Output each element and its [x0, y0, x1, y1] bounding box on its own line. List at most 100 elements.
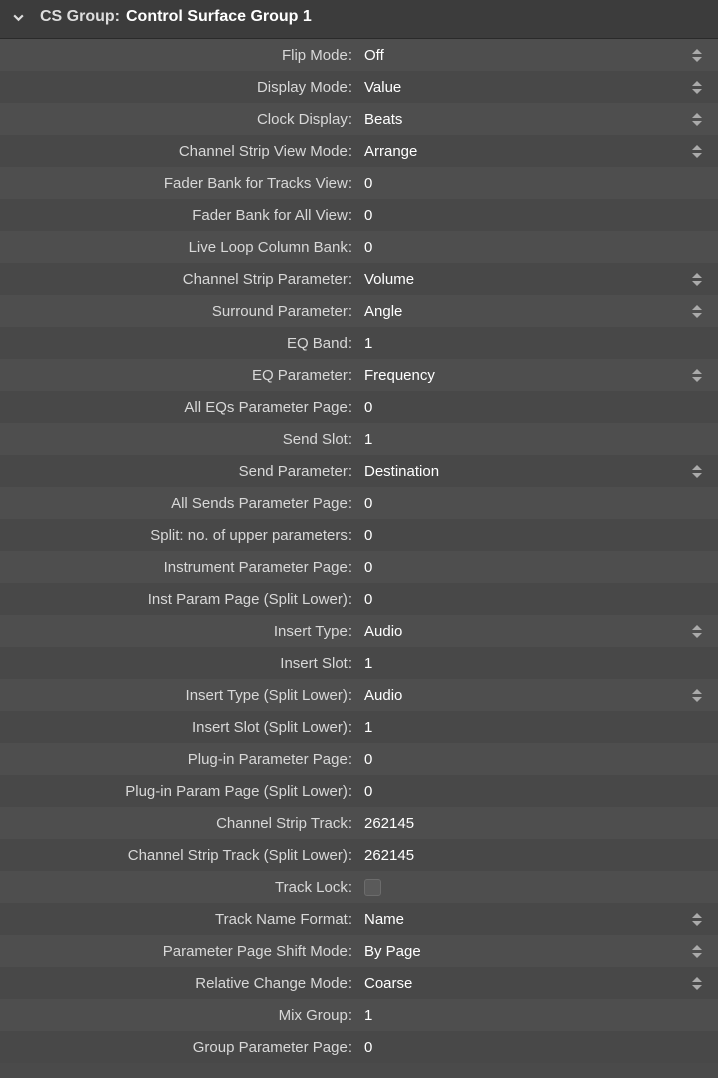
parameter-value[interactable]: Angle: [364, 303, 402, 320]
chevron-down-icon[interactable]: [692, 633, 702, 638]
parameter-value[interactable]: 0: [364, 751, 372, 768]
chevron-up-icon[interactable]: [692, 113, 702, 118]
parameter-value[interactable]: Off: [364, 47, 384, 64]
parameter-value[interactable]: 1: [364, 719, 372, 736]
stepper-icon[interactable]: [692, 141, 706, 161]
chevron-down-icon[interactable]: [692, 89, 702, 94]
parameter-value[interactable]: 0: [364, 559, 372, 576]
parameter-value[interactable]: 1: [364, 431, 372, 448]
chevron-down-icon[interactable]: [692, 953, 702, 958]
chevron-up-icon[interactable]: [692, 977, 702, 982]
parameter-value-cell[interactable]: Arrange: [360, 143, 706, 160]
chevron-down-icon[interactable]: [692, 985, 702, 990]
parameter-value-cell[interactable]: 1: [360, 431, 706, 448]
chevron-up-icon[interactable]: [692, 369, 702, 374]
chevron-up-icon[interactable]: [692, 913, 702, 918]
stepper-icon[interactable]: [692, 461, 706, 481]
parameter-value[interactable]: Arrange: [364, 143, 417, 160]
parameter-value-cell[interactable]: Destination: [360, 463, 706, 480]
parameter-value[interactable]: By Page: [364, 943, 421, 960]
parameter-value-cell[interactable]: 0: [360, 527, 706, 544]
chevron-down-icon[interactable]: [692, 153, 702, 158]
parameter-value-cell[interactable]: Off: [360, 47, 706, 64]
chevron-down-icon[interactable]: [692, 313, 702, 318]
parameter-value[interactable]: 1: [364, 655, 372, 672]
parameter-value-cell[interactable]: 1: [360, 1007, 706, 1024]
parameter-value[interactable]: 0: [364, 175, 372, 192]
stepper-icon[interactable]: [692, 909, 706, 929]
stepper-icon[interactable]: [692, 45, 706, 65]
chevron-down-icon[interactable]: [692, 473, 702, 478]
chevron-up-icon[interactable]: [692, 49, 702, 54]
parameter-value-cell[interactable]: Audio: [360, 623, 706, 640]
chevron-down-icon[interactable]: [10, 9, 26, 25]
parameter-value[interactable]: Beats: [364, 111, 402, 128]
parameter-value-cell[interactable]: 0: [360, 399, 706, 416]
parameter-value-cell[interactable]: 0: [360, 591, 706, 608]
chevron-down-icon[interactable]: [692, 57, 702, 62]
parameter-value-cell[interactable]: 262145: [360, 815, 706, 832]
parameter-value[interactable]: Name: [364, 911, 404, 928]
parameter-value-cell[interactable]: 262145: [360, 847, 706, 864]
parameter-value[interactable]: Frequency: [364, 367, 435, 384]
chevron-down-icon[interactable]: [692, 921, 702, 926]
parameter-value[interactable]: 0: [364, 527, 372, 544]
parameter-value[interactable]: 0: [364, 591, 372, 608]
parameter-value[interactable]: Audio: [364, 687, 402, 704]
parameter-value-cell[interactable]: Beats: [360, 111, 706, 128]
parameter-value[interactable]: Destination: [364, 463, 439, 480]
parameter-value[interactable]: 0: [364, 239, 372, 256]
parameter-value-cell[interactable]: 0: [360, 751, 706, 768]
parameter-value-cell[interactable]: Audio: [360, 687, 706, 704]
parameter-value[interactable]: 262145: [364, 815, 414, 832]
parameter-value-cell[interactable]: By Page: [360, 943, 706, 960]
chevron-up-icon[interactable]: [692, 305, 702, 310]
parameter-value-cell[interactable]: Volume: [360, 271, 706, 288]
parameter-value-cell[interactable]: Value: [360, 79, 706, 96]
section-header[interactable]: CS Group: Control Surface Group 1: [0, 0, 718, 39]
parameter-value-cell[interactable]: 1: [360, 719, 706, 736]
chevron-up-icon[interactable]: [692, 625, 702, 630]
chevron-up-icon[interactable]: [692, 273, 702, 278]
chevron-down-icon[interactable]: [692, 697, 702, 702]
parameter-value[interactable]: Audio: [364, 623, 402, 640]
chevron-down-icon[interactable]: [692, 377, 702, 382]
parameter-value[interactable]: 0: [364, 1039, 372, 1056]
stepper-icon[interactable]: [692, 941, 706, 961]
chevron-up-icon[interactable]: [692, 689, 702, 694]
parameter-value[interactable]: 1: [364, 1007, 372, 1024]
parameter-value-cell[interactable]: 0: [360, 1039, 706, 1056]
stepper-icon[interactable]: [692, 109, 706, 129]
parameter-value[interactable]: 262145: [364, 847, 414, 864]
stepper-icon[interactable]: [692, 365, 706, 385]
stepper-icon[interactable]: [692, 77, 706, 97]
parameter-value[interactable]: Value: [364, 79, 401, 96]
stepper-icon[interactable]: [692, 301, 706, 321]
chevron-down-icon[interactable]: [692, 281, 702, 286]
parameter-value[interactable]: Coarse: [364, 975, 412, 992]
parameter-value[interactable]: 0: [364, 207, 372, 224]
parameter-value-cell[interactable]: Frequency: [360, 367, 706, 384]
chevron-up-icon[interactable]: [692, 945, 702, 950]
parameter-value[interactable]: Volume: [364, 271, 414, 288]
chevron-up-icon[interactable]: [692, 145, 702, 150]
parameter-value-cell[interactable]: 0: [360, 559, 706, 576]
parameter-value[interactable]: 0: [364, 399, 372, 416]
stepper-icon[interactable]: [692, 973, 706, 993]
parameter-value-cell[interactable]: [360, 879, 706, 896]
stepper-icon[interactable]: [692, 269, 706, 289]
parameter-value-cell[interactable]: 0: [360, 175, 706, 192]
chevron-up-icon[interactable]: [692, 81, 702, 86]
parameter-value-cell[interactable]: Name: [360, 911, 706, 928]
parameter-value-cell[interactable]: 0: [360, 495, 706, 512]
chevron-down-icon[interactable]: [692, 121, 702, 126]
stepper-icon[interactable]: [692, 685, 706, 705]
chevron-up-icon[interactable]: [692, 465, 702, 470]
stepper-icon[interactable]: [692, 621, 706, 641]
parameter-value-cell[interactable]: 1: [360, 335, 706, 352]
parameter-value-cell[interactable]: 0: [360, 239, 706, 256]
parameter-value-cell[interactable]: Angle: [360, 303, 706, 320]
parameter-value-cell[interactable]: Coarse: [360, 975, 706, 992]
parameter-value[interactable]: 1: [364, 335, 372, 352]
parameter-value-cell[interactable]: 0: [360, 207, 706, 224]
